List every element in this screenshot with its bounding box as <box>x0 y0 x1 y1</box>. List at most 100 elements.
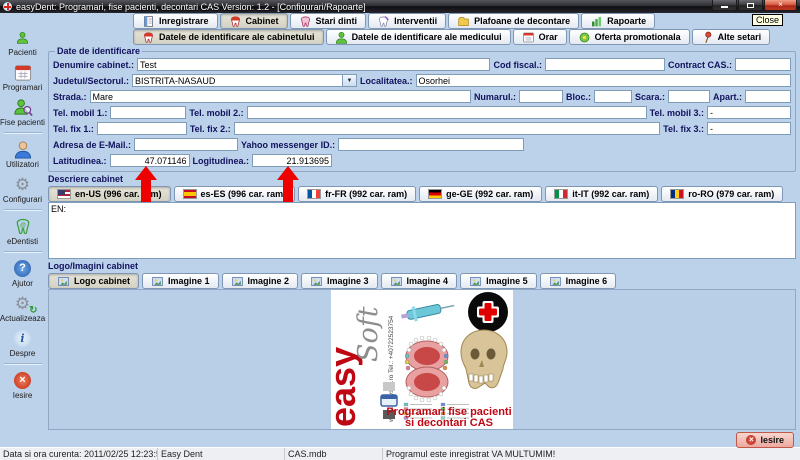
strada-field[interactable] <box>90 90 471 103</box>
picture-icon <box>469 275 482 288</box>
tel-mobil1-field[interactable] <box>110 106 186 119</box>
picture-icon <box>57 275 70 288</box>
tel-fix1-field[interactable] <box>97 122 187 135</box>
sidebar-divider <box>4 132 42 134</box>
app-logo-icon <box>3 2 12 11</box>
tab-alte-setari[interactable]: Alte setari <box>692 29 771 45</box>
sidebar-item-programari[interactable]: Programari <box>0 61 45 92</box>
tab-cabinet[interactable]: Cabinet <box>220 13 288 29</box>
sidebar-item-fise-pacienti[interactable]: Fise pacienti <box>0 96 45 127</box>
annotation-arrow-latitudine <box>135 166 157 202</box>
tooth-status-icon <box>299 15 312 28</box>
latitudine-label: Latitudinea.: <box>53 156 107 166</box>
tel-mobil2-field[interactable] <box>247 106 647 119</box>
tab-lang-ro-ro[interactable]: ro-RO (979 car. ram) <box>661 186 783 202</box>
email-field[interactable] <box>134 138 238 151</box>
sidebar-item-despre[interactable]: i Despre <box>0 327 45 358</box>
sidebar-item-actualizeaza[interactable]: ⚙ ↻ Actualizeaza <box>0 292 45 323</box>
tab-lang-fr-fr[interactable]: fr-FR (992 car. ram) <box>298 186 416 202</box>
sidebar-item-pacienti[interactable]: Pacienti <box>0 26 45 57</box>
maximize-button[interactable] <box>738 0 763 11</box>
logo-section-title: Logo/Imagini cabinet <box>48 261 796 272</box>
tab-interventii[interactable]: Interventii <box>368 13 446 29</box>
tooth-at-icon: @ <box>11 215 35 237</box>
info-icon: i <box>14 330 31 347</box>
cod-fiscal-field[interactable] <box>545 58 665 71</box>
scara-label: Scara.: <box>635 92 665 102</box>
denumire-field[interactable] <box>137 58 490 71</box>
judet-label: Judetul/Sectorul.: <box>53 76 129 86</box>
sidebar-item-configurari[interactable]: ⚙ Configurari <box>0 173 45 204</box>
statusbar: Data si ora curenta: 2011/02/25 12:23:50… <box>0 447 800 460</box>
close-button[interactable]: × <box>764 0 797 11</box>
descriere-title: Descriere cabinet <box>48 174 796 185</box>
tel-fix3-field[interactable] <box>707 122 791 135</box>
sidebar-item-iesire[interactable]: × Iesire <box>0 369 45 400</box>
sub-tab-strip: Datele de identificare ale cabinetului D… <box>45 29 800 45</box>
contract-cas-field[interactable] <box>735 58 791 71</box>
status-registration: Programul este inregistrat VA MULTUMIM! <box>383 448 800 460</box>
tab-oferta[interactable]: Oferta promotionala <box>569 29 690 45</box>
tab-imagine-2[interactable]: Imagine 2 <box>222 273 299 289</box>
promo-icon <box>578 31 591 44</box>
pushpin-icon <box>701 31 714 44</box>
minimize-button[interactable] <box>712 0 737 11</box>
group-title: Date de identificare <box>55 46 142 56</box>
picture-icon <box>151 275 164 288</box>
sidebar-divider <box>4 209 42 211</box>
strada-label: Strada.: <box>53 92 87 102</box>
tel-fix3-label: Tel. fix 3.: <box>663 124 704 134</box>
apart-field[interactable] <box>745 90 791 103</box>
tel-fix2-label: Tel. fix 2.: <box>190 124 231 134</box>
tooth-icon <box>142 31 155 44</box>
tab-date-medic[interactable]: Datele de identificare ale medicului <box>326 29 511 45</box>
svg-text:Soft: Soft <box>353 306 384 362</box>
annotation-arrow-longitudine <box>277 166 299 202</box>
tab-imagine-5[interactable]: Imagine 5 <box>460 273 537 289</box>
identification-group: Date de identificare Denumire cabinet.: … <box>48 46 796 172</box>
tab-inregistrare[interactable]: Inregistrare <box>133 13 218 29</box>
bloc-field[interactable] <box>594 90 632 103</box>
main-tab-strip: Inregistrare Cabinet Stari dinti Interve… <box>45 13 800 29</box>
patient-icon <box>11 26 35 48</box>
tab-imagine-3[interactable]: Imagine 3 <box>301 273 378 289</box>
tab-imagine-1[interactable]: Imagine 1 <box>142 273 219 289</box>
scara-field[interactable] <box>668 90 710 103</box>
tab-date-cabinet[interactable]: Datele de identificare ale cabinetului <box>133 29 324 45</box>
status-app-name: Easy Dent <box>158 448 285 460</box>
sidebar-item-edentisti[interactable]: @ eDentisti <box>0 215 45 246</box>
yahoo-id-field[interactable] <box>338 138 524 151</box>
judet-select[interactable]: BISTRITA-NASAUD ▼ <box>132 74 357 87</box>
sidebar-item-utilizatori[interactable]: Utilizatori <box>0 138 45 169</box>
language-tab-strip: en-US (996 car. ram) es-ES (996 car. ram… <box>48 185 796 202</box>
tab-lang-it-it[interactable]: it-IT (992 car. ram) <box>545 186 658 202</box>
exit-x-icon: × <box>746 435 756 445</box>
help-icon: ? <box>14 260 31 277</box>
logo-preview-panel: easy Soft www.easysoft.ro Tel.: +4072252… <box>48 289 796 430</box>
iesire-button[interactable]: × Iesire <box>736 432 794 448</box>
window-controls: × <box>712 0 797 11</box>
tab-imagine-6[interactable]: Imagine 6 <box>540 273 617 289</box>
status-datetime: Data si ora curenta: 2011/02/25 12:23:50 <box>0 448 158 460</box>
denumire-label: Denumire cabinet.: <box>53 60 134 70</box>
tab-rapoarte[interactable]: Rapoarte <box>581 13 655 29</box>
tab-imagine-4[interactable]: Imagine 4 <box>381 273 458 289</box>
tab-plafoane[interactable]: Plafoane de decontare <box>448 13 579 29</box>
titlebar: easyDent: Programari, fise pacienti, dec… <box>0 0 800 13</box>
tab-orar[interactable]: Orar <box>513 29 567 45</box>
tel-fix2-field[interactable] <box>234 122 660 135</box>
tab-lang-ge-ge[interactable]: ge-GE (992 car. ram) <box>419 186 542 202</box>
app-window: easyDent: Programari, fise pacienti, dec… <box>0 0 800 460</box>
user-icon <box>11 138 35 160</box>
sidebar: Pacienti Programari Fise pacienti Utiliz <box>0 13 45 447</box>
svg-text:@: @ <box>19 221 25 228</box>
tel-mobil1-label: Tel. mobil 1.: <box>53 108 107 118</box>
descriere-textarea[interactable]: EN: <box>48 202 796 259</box>
numarul-field[interactable] <box>519 90 563 103</box>
tel-mobil3-field[interactable] <box>707 106 791 119</box>
sidebar-item-ajutor[interactable]: ? Ajutor <box>0 257 45 288</box>
tab-stari-dinti[interactable]: Stari dinti <box>290 13 367 29</box>
tab-logo-cabinet[interactable]: Logo cabinet <box>48 273 139 289</box>
localitate-field[interactable] <box>416 74 791 87</box>
calendar-icon <box>11 61 35 83</box>
